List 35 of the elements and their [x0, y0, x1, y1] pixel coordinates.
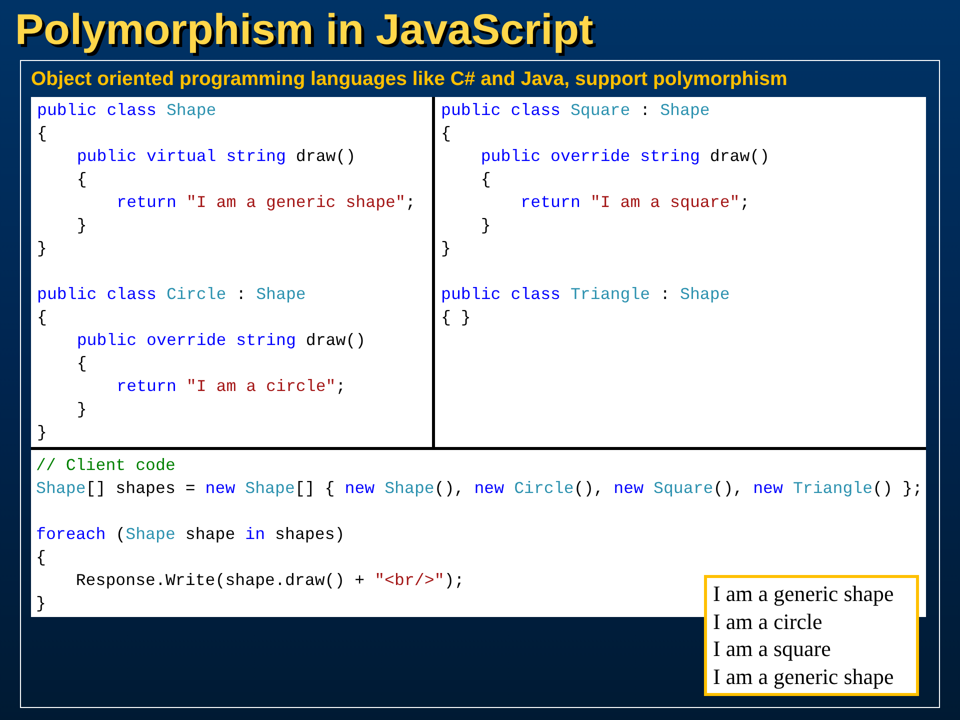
code-line: public class Shape [37, 100, 216, 122]
code-line: return "I am a generic shape"; [116, 192, 416, 214]
code-line: } [480, 215, 491, 237]
output-line: I am a square [713, 635, 832, 663]
output-line: I am a generic shape [713, 580, 895, 608]
slide-title: Polymorphism in JavaScript [14, 5, 594, 56]
code-line: Shape[] shapes = new Shape[] { new Shape(), new Circle(), new Square(), new Triangle() }; [36, 478, 922, 500]
code-line: public class Triangle : Shape [441, 284, 730, 306]
code-line: } [37, 238, 47, 260]
code-line: public virtual string draw() [76, 146, 356, 168]
code-line: } [76, 215, 87, 237]
code-line: Response.Write(shape.draw() + "<br/>"); [74, 570, 464, 592]
code-line: public override string draw() [76, 330, 366, 352]
code-line: // Client code [36, 455, 176, 477]
code-line: } [441, 238, 451, 260]
code-line: { } [441, 307, 471, 329]
code-line: { [76, 169, 87, 191]
code-line: } [76, 399, 87, 421]
code-line: public class Square : Shape [441, 100, 710, 122]
code-line: public class Circle : Shape [37, 284, 306, 306]
code-line: { [441, 123, 451, 145]
code-line: public override string draw() [480, 146, 770, 168]
code-line: } [36, 593, 46, 615]
code-line: { [37, 307, 47, 329]
output-line: I am a generic shape [713, 662, 895, 690]
code-line: { [36, 547, 46, 569]
code-line: return "I am a square"; [520, 192, 750, 214]
code-line: { [480, 169, 491, 191]
code-line: return "I am a circle"; [116, 376, 346, 398]
output-line: I am a circle [713, 608, 824, 636]
code-line: } [37, 422, 47, 444]
code-line: { [76, 353, 87, 375]
code-line: { [37, 123, 47, 145]
code-line: foreach (Shape shape in shapes) [36, 524, 345, 546]
slide-subtitle: Object oriented programming languages like C# and Java, support polymorphism [31, 67, 788, 92]
